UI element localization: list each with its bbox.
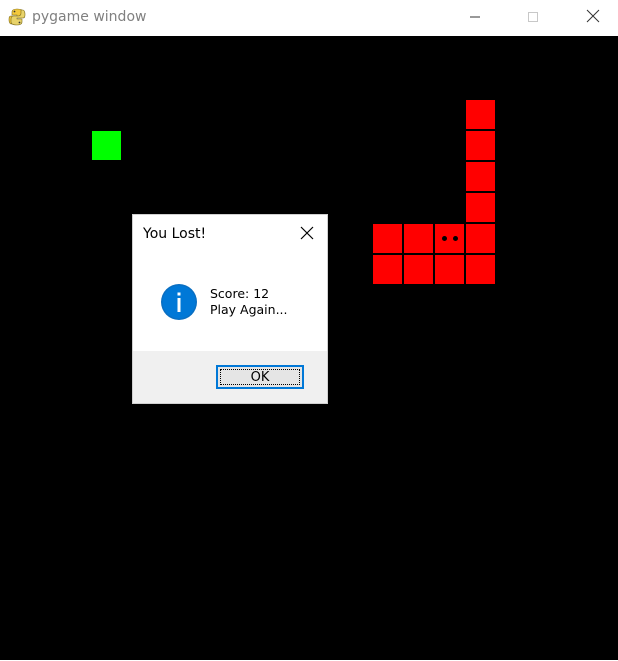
snake-segment (404, 255, 433, 284)
play-again-text: Play Again... (210, 302, 288, 317)
pygame-window: pygame window You Lost! Score: 12 Play A… (0, 0, 618, 661)
minimize-icon (469, 8, 481, 27)
dialog-close-button[interactable] (293, 221, 321, 247)
game-over-dialog: You Lost! Score: 12 Play Again... OK (133, 215, 327, 403)
game-canvas[interactable]: You Lost! Score: 12 Play Again... OK (0, 36, 618, 660)
snake-segment (466, 255, 495, 284)
snake-segment (466, 224, 495, 253)
snake-segment (466, 100, 495, 129)
snake-segment (404, 224, 433, 253)
snake-segment (373, 255, 402, 284)
info-icon (160, 283, 198, 321)
maximize-icon (527, 8, 539, 27)
score-text: Score: 12 (210, 286, 270, 301)
snake-segment (373, 224, 402, 253)
snake-segment (435, 255, 464, 284)
snake-eye (453, 236, 458, 241)
minimize-button[interactable] (452, 0, 498, 34)
python-snake-icon (8, 8, 26, 26)
close-icon (300, 225, 314, 244)
ok-button[interactable]: OK (216, 365, 304, 389)
dialog-title: You Lost! (143, 226, 207, 242)
focus-rectangle (220, 369, 300, 385)
snake-head (435, 224, 464, 253)
close-button[interactable] (570, 0, 616, 34)
title-bar[interactable]: pygame window (0, 0, 618, 36)
dialog-footer: OK (133, 351, 327, 403)
maximize-button[interactable] (510, 0, 556, 34)
dialog-message: Score: 12 Play Again... (210, 286, 288, 318)
window-title: pygame window (32, 9, 147, 25)
snake-segment (466, 193, 495, 222)
snake-segment (466, 131, 495, 160)
food-block (92, 131, 121, 160)
close-icon (586, 8, 600, 27)
snake-segment (466, 162, 495, 191)
snake-eye (442, 236, 447, 241)
